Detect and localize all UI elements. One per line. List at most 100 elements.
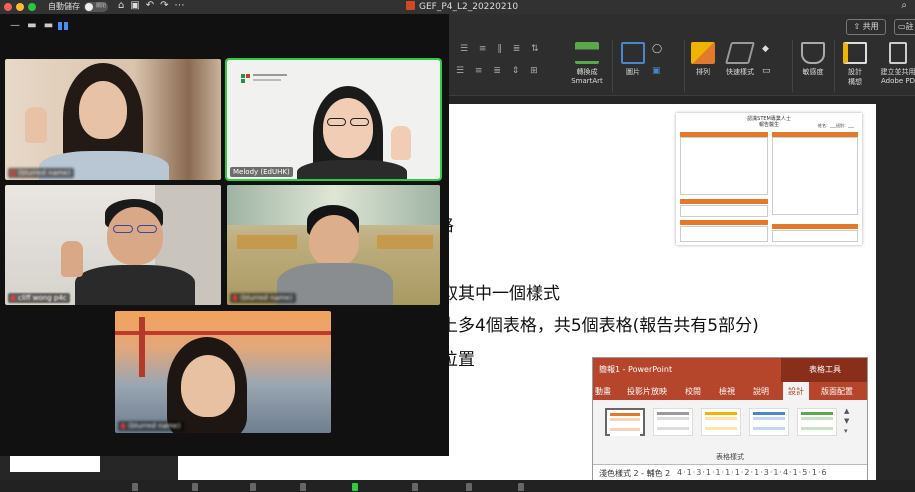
participant-name-label: cliff wong p4c <box>8 293 70 303</box>
table-style-gray <box>653 408 693 436</box>
picture-group[interactable]: 圖片 <box>618 42 648 77</box>
zoom-view-controls[interactable]: — ▬ ▬ <box>10 20 55 31</box>
table-style-gold <box>701 408 741 436</box>
worksheet-cell <box>680 226 768 242</box>
tab-view: 檢視 <box>719 387 735 396</box>
quick-styles-icon <box>725 42 755 64</box>
table-style-stripe <box>610 413 640 416</box>
design-ideas-group[interactable]: 設計 構想 <box>840 42 870 87</box>
share-button[interactable]: ⇧ 共用 <box>846 19 886 35</box>
table-style-stripe <box>610 423 640 426</box>
gallery-view-icon[interactable] <box>58 22 68 30</box>
inset-window-title: 簡報1 - PowerPoint <box>599 365 673 374</box>
participant-face <box>181 355 235 417</box>
smartart-icon <box>575 42 599 64</box>
participant-face <box>323 98 373 158</box>
peace-sign-hand <box>391 126 411 160</box>
tab-animations: 動畫 <box>595 387 611 396</box>
participant-video-tile[interactable]: (blurred name) <box>5 59 221 180</box>
table-style-stripe <box>801 417 833 420</box>
slide-text-line: 取其中一個樣式 <box>441 284 560 304</box>
table-style-stripe <box>753 417 785 420</box>
document-title: GEF_P4_L2_20220210 <box>406 1 518 12</box>
table-style-stripe <box>610 433 640 436</box>
table-style-stripe <box>753 427 785 430</box>
ribbon-divider <box>834 40 835 92</box>
share-button-label: 共用 <box>862 22 879 31</box>
dock-icon[interactable] <box>518 483 524 491</box>
paragraph-tools-row1[interactable]: ☰ ≡ ‖ ≣ ⇅ <box>460 44 543 54</box>
table-style-orange <box>605 408 645 436</box>
worksheet-header-bar <box>772 224 858 229</box>
shapes-icon[interactable]: ◯ <box>652 44 666 54</box>
table-style-stripe <box>657 422 689 425</box>
dock-icon[interactable] <box>250 483 256 491</box>
sensitivity-group[interactable]: 敏感度 <box>798 42 828 77</box>
worksheet-cell <box>680 137 768 195</box>
quick-styles-group[interactable]: 快速樣式 <box>722 42 758 77</box>
dock-icon[interactable] <box>300 483 306 491</box>
worksheet-name-line: 姓名：___班別：___ <box>818 123 854 128</box>
inset-titlebar: 簡報1 - PowerPoint 表格工具 <box>593 358 867 382</box>
table-style-stripe <box>657 427 689 430</box>
worksheet-image[interactable]: 認識STEM專業人士 報告醫生 姓名：___班別：___ <box>676 113 862 245</box>
participant-video-tile[interactable]: cliff wong p4c <box>5 185 221 305</box>
eduhk-logo-part <box>246 74 250 78</box>
arrange-label: 排列 <box>696 68 710 76</box>
participant-name: (blurred name) <box>240 294 293 302</box>
participant-name: cliff wong p4c <box>18 294 67 302</box>
fill-color-icon[interactable]: ◆ <box>762 44 773 54</box>
table-style-stripe <box>657 417 689 420</box>
dock-icon[interactable] <box>192 483 198 491</box>
sensitivity-label: 敏感度 <box>802 68 824 76</box>
arrange-group[interactable]: 排列 <box>690 42 716 77</box>
adobe-pdf-icon <box>889 42 907 64</box>
quick-access-toolbar[interactable]: ⌂▣↶↷⋯ <box>118 0 191 11</box>
glasses <box>350 118 369 126</box>
tab-layout: 版面配置 <box>821 387 853 396</box>
participant-video-tile[interactable]: (blurred name) <box>227 185 440 305</box>
participant-name-label: Melody (EdUHK) <box>230 167 293 177</box>
eduhk-logo <box>241 74 245 78</box>
tab-review: 校閱 <box>685 387 701 396</box>
minimize-window-button[interactable] <box>16 3 24 11</box>
dock-icon[interactable] <box>412 483 418 491</box>
bottom-dock <box>0 480 915 492</box>
participant-name: Melody (EdUHK) <box>233 168 290 176</box>
logo-text-line <box>253 79 281 81</box>
peace-sign-hand <box>61 241 83 277</box>
zoom-window-button[interactable] <box>28 3 36 11</box>
convert-smartart-group[interactable]: 轉換成 SmartArt <box>568 42 606 85</box>
close-window-button[interactable] <box>4 3 12 11</box>
muted-mic-icon <box>11 295 15 301</box>
outline-color-icon[interactable]: ▭ <box>762 66 775 76</box>
participant-video-tile-active-speaker[interactable]: Melody (EdUHK) <box>225 58 442 181</box>
table-style-green <box>797 408 837 436</box>
dock-icon[interactable] <box>466 483 472 491</box>
dock-icon[interactable] <box>132 483 138 491</box>
participant-name-label: (blurred name) <box>118 421 184 431</box>
table-style-stripe <box>753 432 785 435</box>
table-style-stripe <box>801 427 833 430</box>
textbox-icon[interactable]: ▣ <box>652 66 665 76</box>
table-style-stripe <box>657 432 689 435</box>
autosave-state: 關閉 <box>96 3 107 9</box>
paragraph-tools-row2[interactable]: ☰ ≡ ≣ ⇕ ⊞ <box>456 66 542 76</box>
dock-icon[interactable] <box>352 483 358 491</box>
document-title-text: GEF_P4_L2_20220210 <box>419 2 519 12</box>
worksheet-header-bar <box>680 220 768 225</box>
worksheet-header-bar <box>680 199 768 204</box>
table-style-stripe <box>705 432 737 435</box>
glasses <box>113 225 133 233</box>
participant-face <box>107 207 163 265</box>
inset-ruler: 4·1·3·1·1·1·1·2·1·3·1·4·1·5·1·6 <box>677 468 828 477</box>
ribbon-divider <box>792 40 793 92</box>
participant-video-tile[interactable]: (blurred name) <box>115 311 331 433</box>
search-icon[interactable]: ⌕ <box>901 0 907 11</box>
adobe-pdf-group[interactable]: 建立並共用 Adobe PD <box>878 42 915 85</box>
muted-mic-icon <box>11 170 15 176</box>
comments-button[interactable]: ▭註 <box>894 19 915 35</box>
adobe-pdf-label: 建立並共用 Adobe PD <box>880 68 915 85</box>
slide-text-line: 上多4個表格，共5個表格(報告共有5部分) <box>441 316 759 336</box>
participant-body <box>75 265 195 305</box>
